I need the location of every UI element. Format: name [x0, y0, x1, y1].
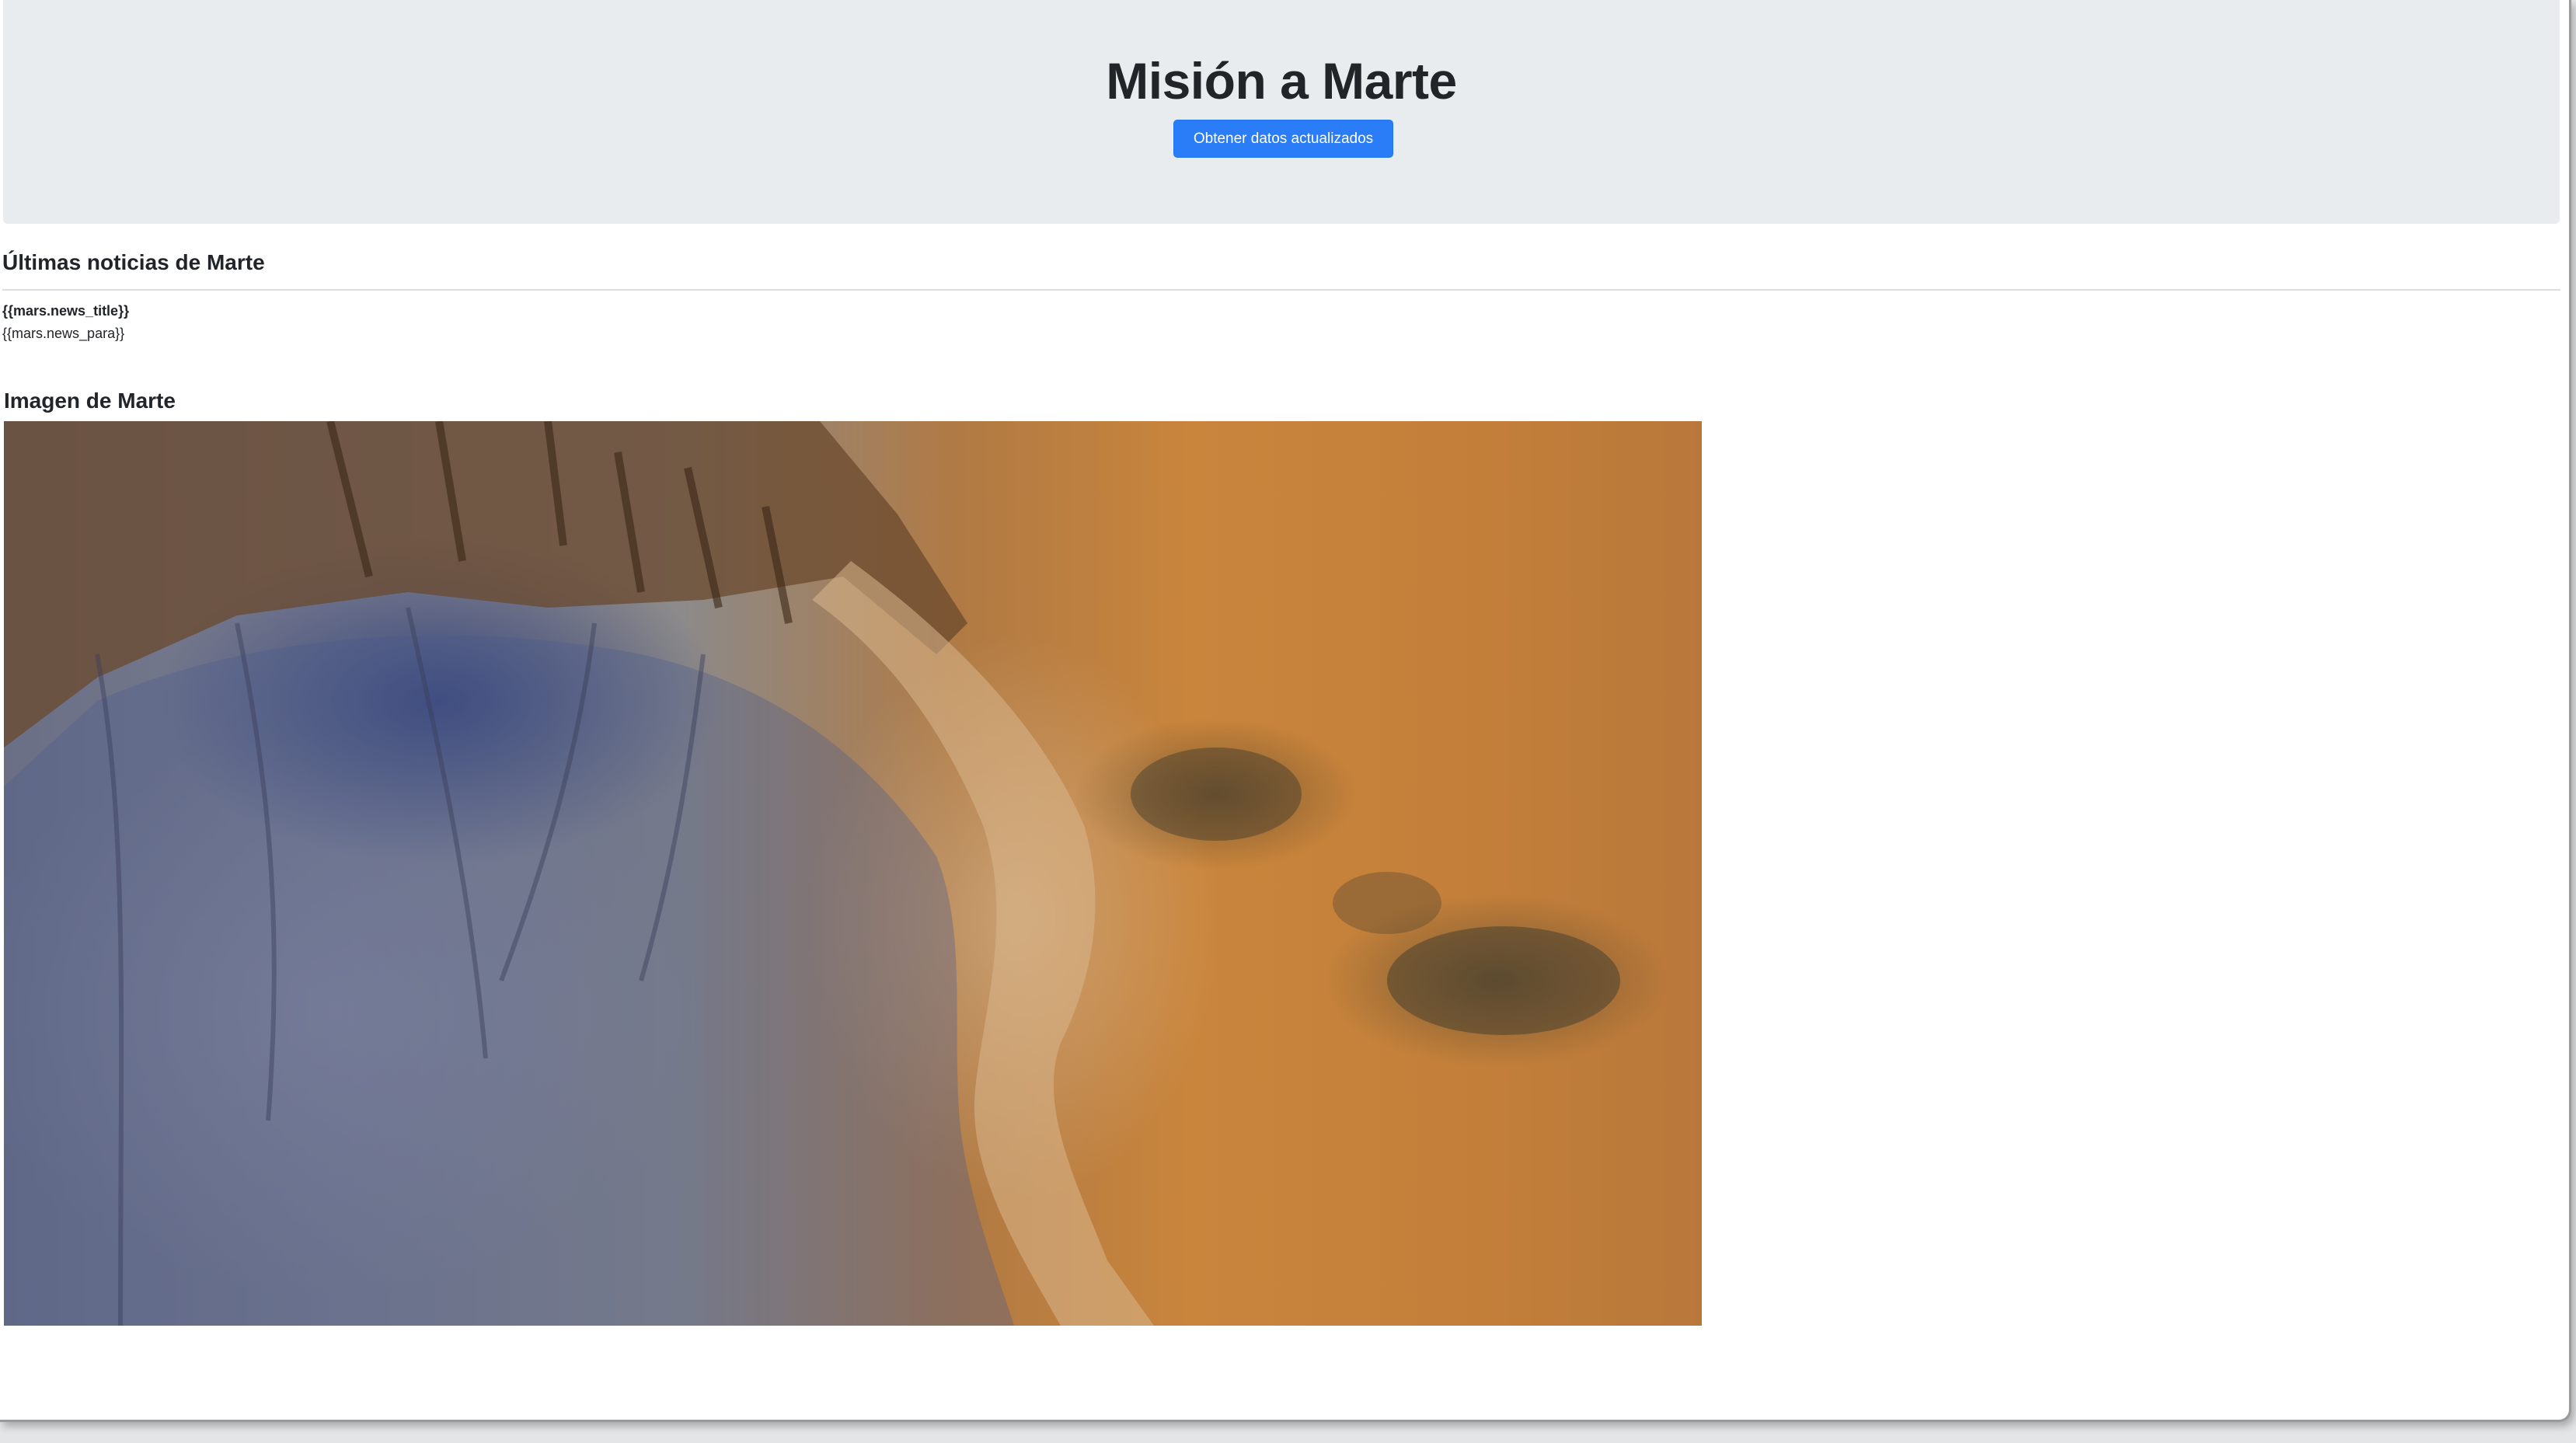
- news-divider: [2, 289, 2560, 291]
- browser-window: Misión a Marte Obtener datos actualizado…: [0, 0, 2571, 1422]
- jumbotron-header: Misión a Marte Obtener datos actualizado…: [3, 0, 2560, 224]
- image-heading: Imagen de Marte: [4, 389, 176, 413]
- news-heading: Últimas noticias de Marte: [2, 250, 265, 274]
- news-paragraph: {{mars.news_para}}: [2, 326, 125, 341]
- news-title: {{mars.news_title}}: [2, 303, 130, 319]
- mars-crater-artwork: [4, 421, 1620, 1326]
- page-title: Misión a Marte: [1106, 52, 1457, 110]
- refresh-data-button[interactable]: Obtener datos actualizados: [1173, 120, 1393, 158]
- mars-featured-image: [4, 421, 1702, 1326]
